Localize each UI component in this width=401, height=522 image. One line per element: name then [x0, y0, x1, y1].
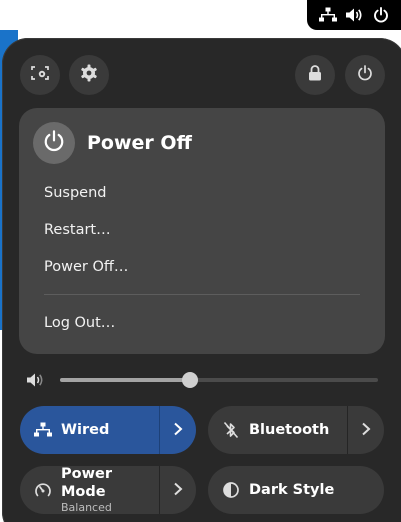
lock-icon: [308, 65, 322, 85]
system-tray[interactable]: [307, 0, 401, 30]
screenshot-button[interactable]: [20, 55, 60, 95]
settings-button[interactable]: [69, 55, 109, 95]
volume-icon: [26, 372, 44, 388]
menu-item-log-out[interactable]: Log Out…: [44, 313, 115, 333]
power-menu-button[interactable]: [345, 55, 385, 95]
bluetooth-disabled-icon: [222, 421, 240, 439]
wired-toggle[interactable]: Wired: [20, 406, 196, 454]
power-mode-gauge-icon: [34, 481, 52, 499]
screenshot-icon: [31, 65, 49, 85]
chevron-right-icon: [173, 421, 183, 440]
settings-gear-icon: [80, 64, 98, 86]
power-icon: [357, 65, 373, 85]
network-wired-icon: [34, 421, 52, 439]
dark-style-label: Dark Style: [249, 482, 335, 498]
dark-style-toggle[interactable]: Dark Style: [208, 466, 384, 514]
submenu-header: Power Off: [33, 122, 192, 164]
power-off-submenu: Power Off Suspend Restart… Power Off… Lo…: [19, 108, 385, 354]
power-mode-label: Power Mode: [61, 466, 112, 500]
menu-item-suspend[interactable]: Suspend: [44, 183, 106, 203]
power-mode-toggle-main[interactable]: Power Mode Balanced: [20, 466, 159, 514]
menu-item-power-off[interactable]: Power Off…: [44, 257, 128, 277]
bluetooth-label: Bluetooth: [249, 422, 330, 438]
lock-button[interactable]: [295, 55, 335, 95]
submenu-title: Power Off: [87, 132, 192, 154]
power-icon: [43, 130, 65, 156]
dark-style-icon: [222, 481, 240, 499]
power-mode-toggle[interactable]: Power Mode Balanced: [20, 466, 196, 514]
bluetooth-toggle-main[interactable]: Bluetooth: [208, 406, 347, 454]
dark-style-toggle-main[interactable]: Dark Style: [208, 466, 384, 514]
power-mode-sublabel: Balanced: [61, 501, 112, 514]
chevron-right-icon: [361, 421, 371, 440]
power-icon: [371, 5, 391, 25]
bluetooth-toggle[interactable]: Bluetooth: [208, 406, 384, 454]
volume-icon: [344, 5, 364, 25]
volume-slider[interactable]: [60, 372, 378, 388]
wired-label: Wired: [61, 422, 110, 438]
submenu-power-badge: [33, 122, 75, 164]
menu-item-restart[interactable]: Restart…: [44, 220, 111, 240]
volume-slider-fill: [60, 378, 191, 382]
network-wired-icon: [318, 5, 338, 25]
wired-toggle-main[interactable]: Wired: [20, 406, 159, 454]
menu-separator: [44, 294, 360, 295]
chevron-right-icon: [173, 481, 183, 500]
